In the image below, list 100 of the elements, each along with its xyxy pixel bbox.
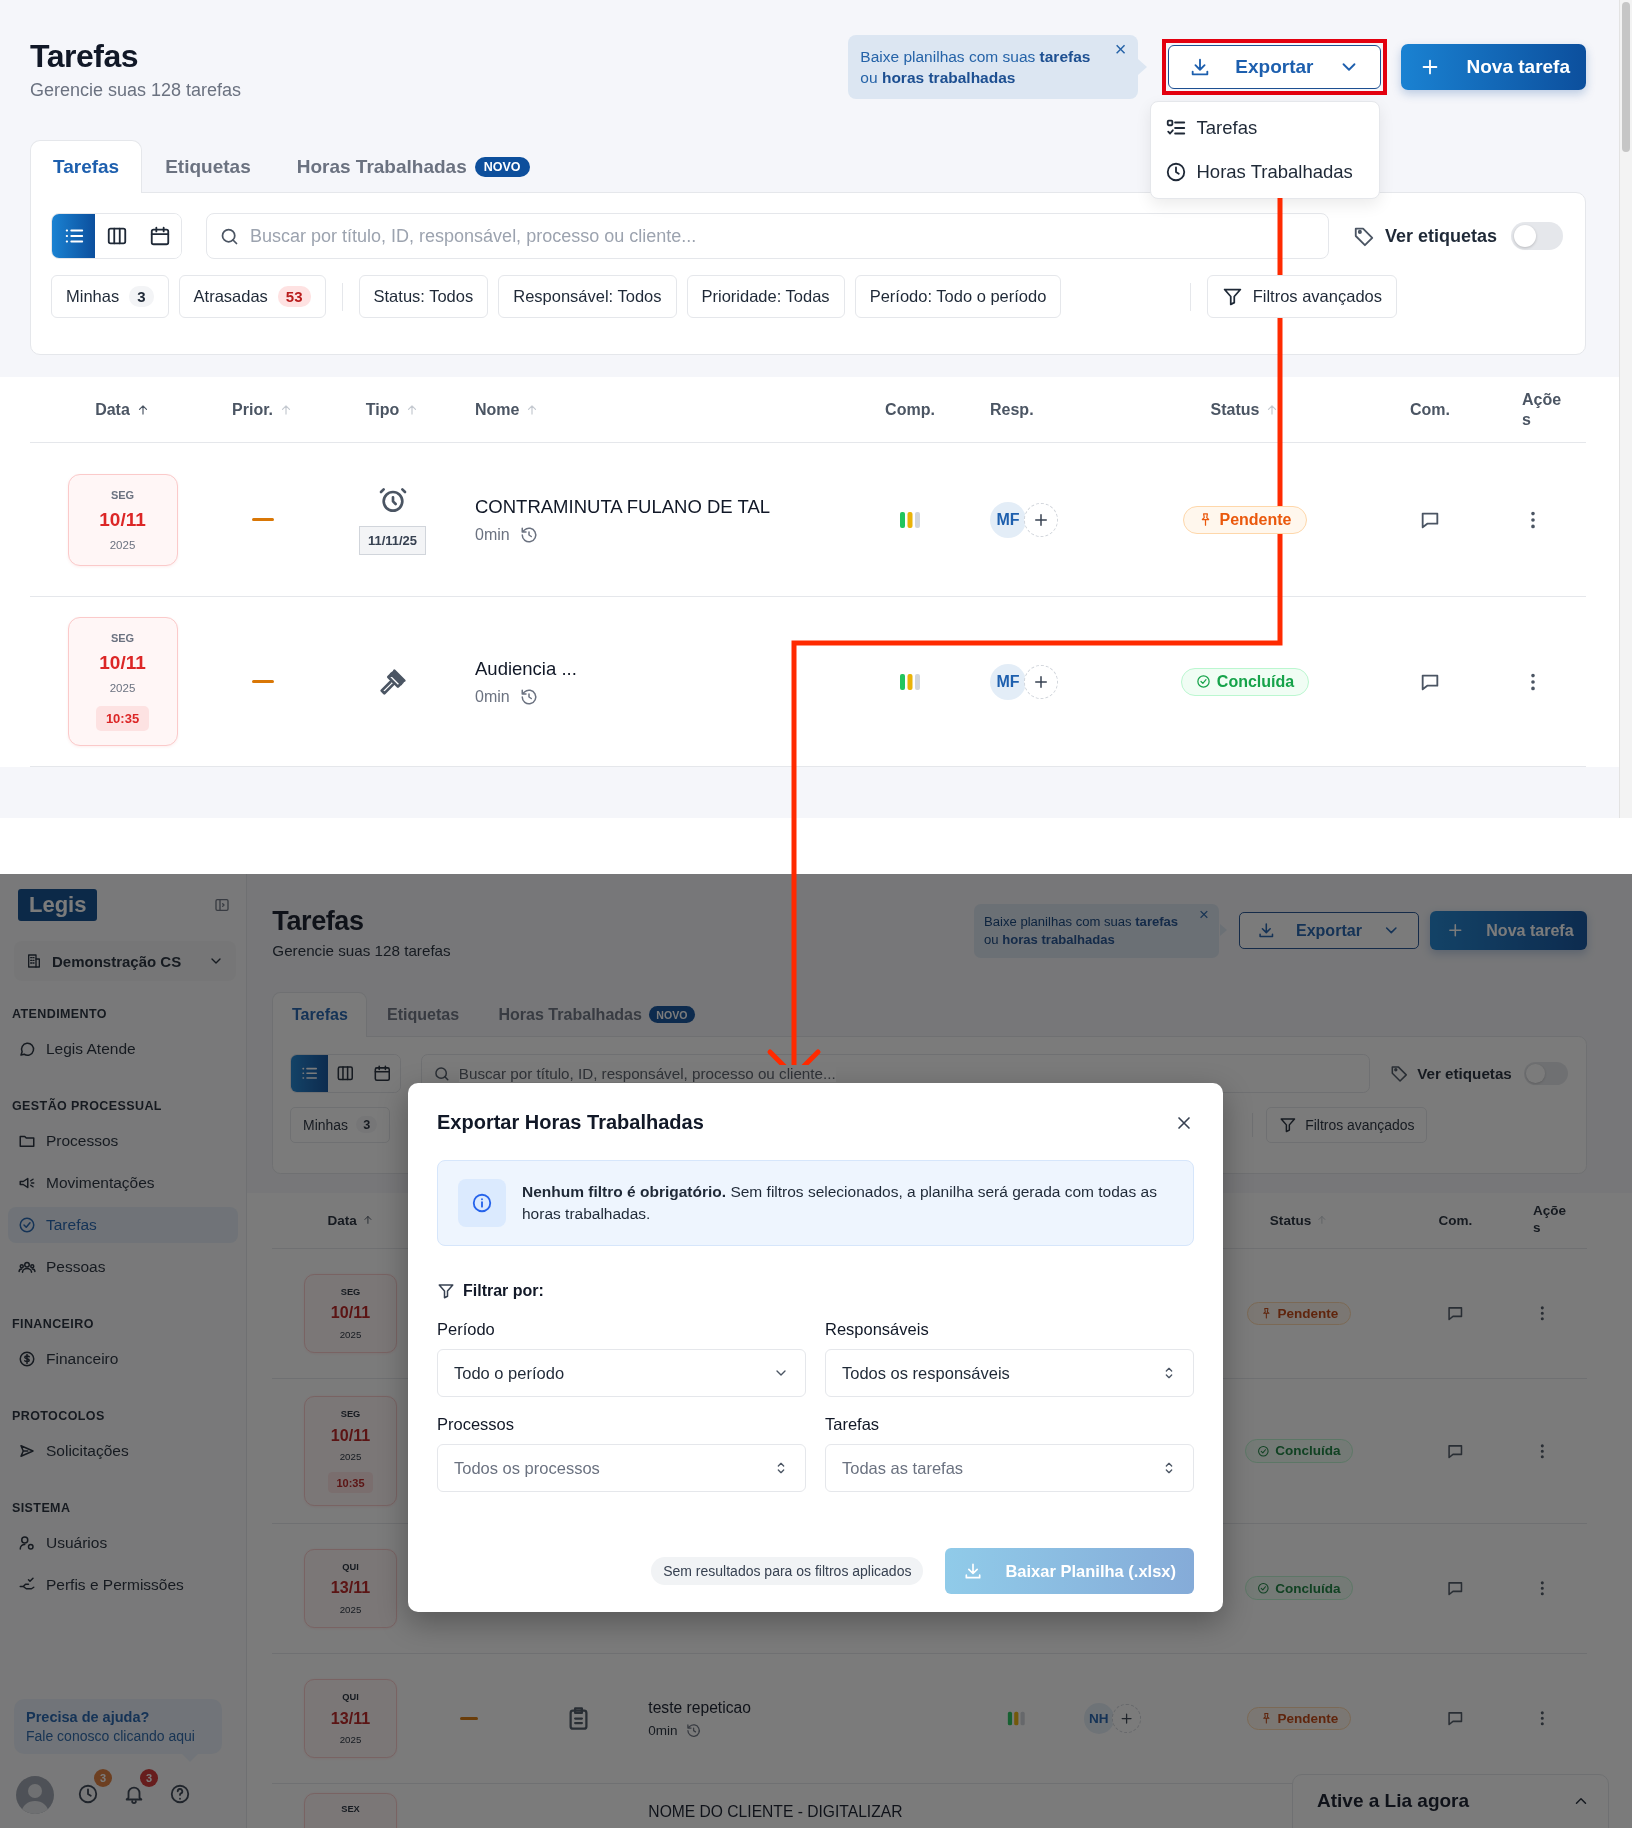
nav-section-title: GESTÃO PROCESSUAL — [12, 1099, 163, 1113]
dialog-title: Exportar Horas Trabalhadas — [437, 1111, 704, 1134]
close-button[interactable]: × — [1195, 906, 1213, 924]
select-field[interactable]: Todos os responsáveis — [825, 1349, 1194, 1397]
toggle-label: Ver etiquetas — [1417, 1065, 1512, 1082]
tag-icon — [1390, 1064, 1409, 1083]
user-avatar[interactable] — [16, 1776, 54, 1814]
advanced-filters-button[interactable]: Filtros avançados — [1206, 275, 1397, 318]
filter-chip[interactable]: Minhas 3 — [290, 1106, 390, 1143]
tab[interactable]: Horas Trabalhadas NOVO — [478, 991, 715, 1037]
history-icon[interactable] — [519, 525, 538, 544]
tab[interactable]: Etiquetas — [142, 140, 274, 193]
sidebar-toggle-icon[interactable] — [214, 897, 230, 913]
nav-item[interactable]: Legis Atende — [8, 1031, 238, 1067]
new-badge: NOVO — [474, 157, 530, 177]
task-name[interactable]: CONTRAMINUTA FULANO DE TAL — [475, 495, 770, 518]
search-placeholder: Buscar por título, ID, responsável, processo ou cliente... — [458, 1065, 836, 1082]
nav-section-title: FINANCEIRO — [12, 1317, 95, 1331]
count-badge: 3 — [356, 1116, 377, 1134]
comment-icon[interactable] — [1446, 1304, 1465, 1323]
new-task-button[interactable]: Nova tarefa — [1430, 911, 1588, 951]
filter-chip[interactable]: Atrasadas 53 — [178, 275, 326, 318]
nav-item[interactable]: Pessoas — [8, 1249, 238, 1285]
task-name[interactable]: teste repeticao — [648, 1698, 751, 1717]
filter-chip[interactable]: Responsável: Todos — [498, 275, 677, 318]
scrollbar-thumb[interactable] — [1622, 2, 1630, 152]
history-icon[interactable] — [519, 687, 538, 706]
nav-item[interactable]: Usuários — [8, 1525, 238, 1561]
status-label: Pendente — [1277, 1306, 1339, 1321]
page-subtitle: Gerencie suas 128 tarefas — [272, 941, 451, 959]
nav-item[interactable]: Tarefas — [8, 1207, 238, 1243]
history-icon[interactable] — [686, 1723, 702, 1739]
weekday-label: SEG — [340, 1286, 361, 1297]
column-header: Com. — [1438, 1212, 1473, 1228]
nav-item[interactable]: Movimentações — [8, 1165, 238, 1201]
logo[interactable]: Legis — [18, 889, 98, 921]
date-label: 10/11 — [99, 508, 146, 531]
count-badge: 3 — [140, 1769, 158, 1787]
status-label: Concluída — [1275, 1443, 1341, 1459]
status-label: Pendente — [1277, 1711, 1339, 1726]
field-label: Responsáveis — [825, 1320, 930, 1339]
filter-chip[interactable]: Período: Todo o período — [854, 275, 1062, 318]
new-badge: NOVO — [648, 1006, 695, 1024]
date-label: 13/11 — [330, 1708, 371, 1728]
help-link[interactable]: Fale conosco clicando aqui — [26, 1728, 210, 1744]
duration-text: 0min — [648, 1723, 678, 1739]
assistant-panel[interactable]: Ative a Lia agora — [1292, 1774, 1609, 1828]
tab[interactable]: Etiquetas — [367, 991, 479, 1037]
filter-chip[interactable]: Status: Todos — [358, 275, 489, 318]
count-badge: 3 — [129, 286, 154, 307]
nav-item[interactable]: Perfis e Permissões — [8, 1567, 238, 1603]
tab[interactable]: Tarefas — [30, 140, 143, 193]
assignee-avatar[interactable]: MF — [990, 501, 1026, 538]
check-circle-icon — [1257, 1444, 1271, 1458]
close-button[interactable]: × — [1110, 39, 1131, 59]
view-button[interactable] — [52, 214, 95, 258]
task-name[interactable]: Audiencia ... — [475, 657, 577, 680]
tip-text: Baixe planilhas com suas tarefas ou horas trabalhadas — [860, 47, 1092, 88]
filter-icon — [437, 1282, 455, 1300]
search-placeholder: Buscar por título, ID, responsável, processo ou cliente... — [250, 225, 698, 247]
select-field[interactable]: Todos os processos — [437, 1444, 806, 1492]
search-field[interactable]: Buscar por título, ID, responsável, processo ou cliente... — [206, 213, 1329, 259]
column-header: Prior. — [232, 400, 273, 419]
duration-text: 0min — [475, 687, 510, 706]
year-label: 2025 — [109, 682, 136, 694]
nav-item[interactable]: Solicitações — [8, 1433, 238, 1469]
assignee-avatar[interactable]: MF — [990, 663, 1026, 700]
export-button[interactable]: Exportar — [1239, 912, 1419, 950]
task-name[interactable]: NOME DO CLIENTE - DIGITALIZAR — [648, 1802, 903, 1821]
filter-chip[interactable]: Prioridade: Todas — [686, 275, 845, 318]
check-circle-icon — [1195, 674, 1211, 689]
time-tag: 10:35 — [95, 706, 150, 731]
weekday-label: QUI — [342, 1691, 359, 1702]
nav-item[interactable]: Processos — [8, 1123, 238, 1159]
new-task-button[interactable]: Nova tarefa — [1400, 44, 1586, 90]
menu-item[interactable]: Tarefas — [1150, 106, 1379, 150]
select-field[interactable]: Todo o período — [437, 1349, 806, 1397]
status-label: Concluída — [1275, 1580, 1341, 1596]
page-title: Tarefas — [272, 906, 365, 937]
assignee-avatar[interactable]: NH — [1083, 1703, 1114, 1734]
filter-chip[interactable]: Minhas 3 — [51, 275, 169, 318]
toggle-switch[interactable] — [1511, 222, 1563, 250]
tab[interactable]: Tarefas — [272, 991, 368, 1037]
column-header: Comp. — [885, 400, 935, 419]
column-header: Resp. — [990, 400, 1034, 419]
add-assignee-button[interactable] — [1112, 1704, 1141, 1733]
filter-icon — [1279, 1115, 1297, 1134]
comment-icon[interactable] — [1446, 1709, 1465, 1728]
advanced-filters-button[interactable]: Filtros avançados — [1266, 1106, 1428, 1143]
select-field[interactable]: Todas as tarefas — [825, 1444, 1194, 1492]
add-assignee-button[interactable] — [1024, 502, 1058, 537]
section-heading: Filtrar por: — [463, 1282, 544, 1300]
export-button[interactable]: Exportar — [1168, 45, 1381, 89]
nav-item[interactable]: Financeiro — [8, 1341, 238, 1377]
menu-item[interactable]: Horas Trabalhadas — [1150, 150, 1379, 194]
assistant-title: Ative a Lia agora — [1317, 1790, 1470, 1812]
search-icon — [432, 1064, 451, 1083]
scrollbar[interactable] — [1619, 0, 1632, 818]
weekday-label: SEX — [341, 1803, 360, 1814]
add-assignee-button[interactable] — [1024, 664, 1058, 699]
